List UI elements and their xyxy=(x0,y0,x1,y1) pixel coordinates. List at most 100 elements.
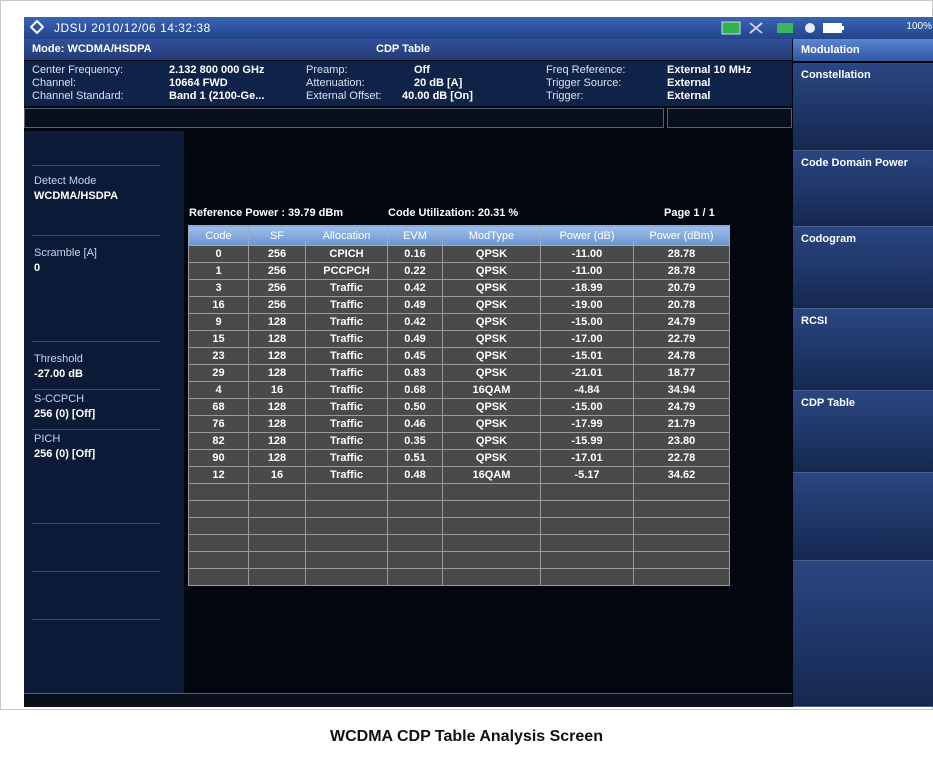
table-row: 76 128 Traffic 0.46 QPSK -17.99 21.79 xyxy=(188,415,730,433)
column-header-modtype: ModType xyxy=(442,225,541,246)
center-frequency-value: 2.132 800 000 GHz xyxy=(169,64,265,76)
scramble-item[interactable]: Scramble [A] 0 xyxy=(34,247,97,274)
softkey-codogram[interactable]: Codogram xyxy=(793,227,933,309)
cell-power-dbm: 20.79 xyxy=(633,279,730,297)
cell-sf xyxy=(248,500,306,518)
column-header-code: Code xyxy=(188,225,249,246)
cell-allocation: Traffic xyxy=(305,364,388,382)
cell-power-db: -18.99 xyxy=(540,279,634,297)
cell-power-dbm: 22.79 xyxy=(633,330,730,348)
table-row: 0 256 CPICH 0.16 QPSK -11.00 28.78 xyxy=(188,245,730,263)
settings-panel: Center Frequency: 2.132 800 000 GHz Chan… xyxy=(24,61,792,106)
pich-label: PICH xyxy=(34,433,61,445)
battery-percent: 100% xyxy=(906,21,932,32)
table-row: 9 128 Traffic 0.42 QPSK -15.00 24.79 xyxy=(188,313,730,331)
cell-modtype xyxy=(442,534,541,552)
mode-label: Mode: WCDMA/HSDPA xyxy=(32,43,152,55)
cell-allocation: Traffic xyxy=(305,466,388,484)
softkey-empty-1[interactable] xyxy=(793,473,933,561)
sccpch-label: S-CCPCH xyxy=(34,393,85,405)
cell-modtype: QPSK xyxy=(442,296,541,314)
cell-modtype: QPSK xyxy=(442,313,541,331)
scramble-label: Scramble [A] xyxy=(34,247,97,259)
cell-sf xyxy=(248,534,306,552)
softkey-empty-2[interactable] xyxy=(793,561,933,707)
column-header-evm: EVM xyxy=(387,225,443,246)
table-row: 15 128 Traffic 0.49 QPSK -17.00 22.79 xyxy=(188,330,730,348)
detect-mode-item[interactable]: Detect Mode WCDMA/HSDPA xyxy=(34,175,118,202)
instrument-screen: JDSU 2010/12/06 14:32:38 100% Mode: WCDM… xyxy=(24,17,933,707)
figure-frame: JDSU 2010/12/06 14:32:38 100% Mode: WCDM… xyxy=(0,0,933,710)
panel-divider xyxy=(32,389,160,390)
battery-icon xyxy=(823,23,844,33)
cell-modtype: 16QAM xyxy=(442,381,541,399)
cell-sf: 128 xyxy=(248,415,306,433)
sccpch-item[interactable]: S-CCPCH 256 (0) [Off] xyxy=(34,393,95,420)
cell-allocation: Traffic xyxy=(305,432,388,450)
cell-power-db: -5.17 xyxy=(540,466,634,484)
softkey-rcsi[interactable]: RCSI xyxy=(793,309,933,391)
table-row: 82 128 Traffic 0.35 QPSK -15.99 23.80 xyxy=(188,432,730,450)
cell-power-dbm: 34.94 xyxy=(633,381,730,399)
cell-power-dbm: 18.77 xyxy=(633,364,730,382)
softkey-code-domain-power[interactable]: Code Domain Power xyxy=(793,151,933,227)
cell-code: 23 xyxy=(188,347,249,365)
table-row xyxy=(188,517,730,535)
panel-divider xyxy=(32,571,160,572)
threshold-item[interactable]: Threshold -27.00 dB xyxy=(34,353,83,380)
cell-sf: 128 xyxy=(248,449,306,467)
cell-modtype: QPSK xyxy=(442,398,541,416)
cell-allocation: Traffic xyxy=(305,313,388,331)
cell-power-dbm xyxy=(633,483,730,501)
cell-modtype: 16QAM xyxy=(442,466,541,484)
cell-modtype: QPSK xyxy=(442,245,541,263)
cell-modtype: QPSK xyxy=(442,347,541,365)
column-header-allocation: Allocation xyxy=(305,225,388,246)
cell-allocation: Traffic xyxy=(305,347,388,365)
cell-code xyxy=(188,551,249,569)
cell-evm: 0.51 xyxy=(387,449,443,467)
status-bar: JDSU 2010/12/06 14:32:38 100% xyxy=(24,17,933,39)
cell-sf: 256 xyxy=(248,296,306,314)
cell-evm: 0.45 xyxy=(387,347,443,365)
channel-standard-label: Channel Standard: xyxy=(32,90,124,102)
cell-modtype xyxy=(442,483,541,501)
cell-power-db xyxy=(540,551,634,569)
preamp-value: Off xyxy=(414,64,430,76)
cell-allocation xyxy=(305,568,388,586)
cell-allocation: Traffic xyxy=(305,296,388,314)
softkey-constellation[interactable]: Constellation xyxy=(793,63,933,151)
code-utilization: Code Utilization: 20.31 % xyxy=(388,207,519,219)
figure-caption: WCDMA CDP Table Analysis Screen xyxy=(330,728,603,745)
trigger-source-value: External xyxy=(667,77,711,89)
cell-power-dbm: 20.78 xyxy=(633,296,730,314)
panel-divider xyxy=(32,523,160,524)
cell-power-db: -17.99 xyxy=(540,415,634,433)
cell-code: 82 xyxy=(188,432,249,450)
cell-sf: 256 xyxy=(248,245,306,263)
cell-code: 3 xyxy=(188,279,249,297)
pich-item[interactable]: PICH 256 (0) [Off] xyxy=(34,433,95,460)
cell-evm: 0.42 xyxy=(387,279,443,297)
panel-divider xyxy=(32,165,160,166)
cell-power-db xyxy=(540,500,634,518)
cell-power-db: -15.01 xyxy=(540,347,634,365)
cell-evm: 0.50 xyxy=(387,398,443,416)
cell-power-dbm xyxy=(633,517,730,535)
trigger-value: External xyxy=(667,90,711,102)
softkey-cdp-table[interactable]: CDP Table xyxy=(793,391,933,473)
table-header-row: Code SF Allocation EVM ModType Power (dB… xyxy=(188,225,730,246)
screen-title: CDP Table xyxy=(376,43,430,55)
cell-code xyxy=(188,534,249,552)
cell-power-dbm: 22.78 xyxy=(633,449,730,467)
cell-code: 4 xyxy=(188,381,249,399)
reference-power: Reference Power : 39.79 dBm xyxy=(189,207,344,219)
cell-code xyxy=(188,500,249,518)
cell-power-dbm xyxy=(633,568,730,586)
attenuation-value: 20 dB [A] xyxy=(414,77,463,89)
cell-evm xyxy=(387,517,443,535)
cell-allocation: Traffic xyxy=(305,330,388,348)
softkey-menu: Constellation Code Domain Power Codogram… xyxy=(793,63,933,707)
center-frequency-label: Center Frequency: xyxy=(32,64,124,76)
table-row: 12 16 Traffic 0.48 16QAM -5.17 34.62 xyxy=(188,466,730,484)
